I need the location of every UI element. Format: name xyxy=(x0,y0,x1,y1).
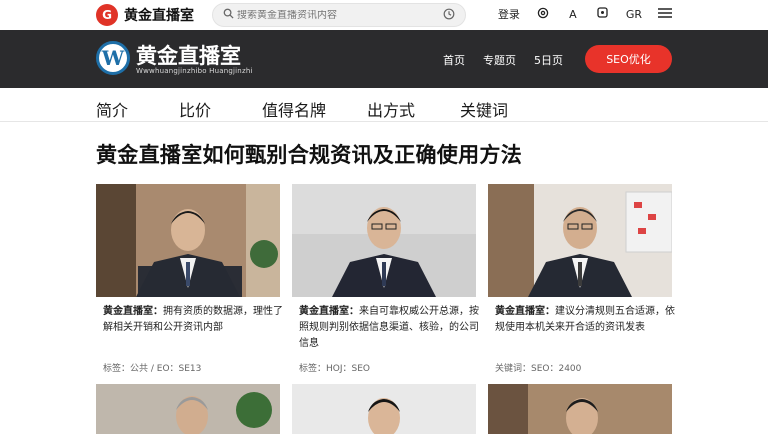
card-label-3: 黄金直播室： xyxy=(495,306,555,317)
tab-compare[interactable]: 比价 xyxy=(179,97,211,121)
gr-link[interactable]: GR xyxy=(626,8,642,21)
card-label-2: 黄金直播室： xyxy=(299,306,359,317)
nav-5day[interactable]: 5日页 xyxy=(534,52,563,68)
card-photo-6[interactable] xyxy=(488,384,672,434)
tab-methods[interactable]: 出方式 xyxy=(367,97,415,121)
tab-keywords[interactable]: 关键词 xyxy=(460,97,508,121)
site-logo[interactable]: G 黄金直播室 xyxy=(96,4,194,26)
search-box[interactable] xyxy=(212,3,466,27)
history-icon[interactable] xyxy=(443,8,455,23)
page-title: 黄金直播室如何甄别合规资讯及正确使用方法 xyxy=(96,143,522,167)
nav-home[interactable]: 首页 xyxy=(443,52,465,68)
card-desc-2[interactable]: 黄金直播室：来自可靠权威公开总源，按照规则判别依据信息渠道、核验，的公司信息 xyxy=(299,304,479,352)
seo-button[interactable]: SEO优化 xyxy=(585,45,672,73)
top-icons: 登录 A GR xyxy=(498,6,672,22)
card-meta-3: 关键词：SEO：2400 xyxy=(495,364,582,374)
card-photo-4[interactable] xyxy=(96,384,280,434)
card-meta-2: 标签：HOJ：SEO xyxy=(299,364,370,374)
menu-icon[interactable] xyxy=(658,7,672,22)
card-photo-5[interactable] xyxy=(292,384,476,434)
card-photo-1[interactable] xyxy=(96,184,280,297)
card-meta-1: 标签：公共 / EO：SE13 xyxy=(103,364,202,374)
brand-title[interactable]: 黄金直播室 xyxy=(136,40,241,70)
wordpress-logo-icon[interactable]: W xyxy=(96,41,130,75)
at-icon[interactable] xyxy=(536,7,550,22)
nav-topics[interactable]: 专题页 xyxy=(483,52,516,68)
search-icon xyxy=(223,8,237,22)
login-link[interactable]: 登录 xyxy=(498,6,520,22)
card-photo-3[interactable] xyxy=(488,184,672,297)
brand-subtitle: Wwwhuangjinzhibo Huangjinzhi xyxy=(136,67,253,75)
font-icon[interactable]: A xyxy=(566,8,580,21)
tab-brands[interactable]: 值得名牌 xyxy=(262,97,326,121)
search-input[interactable] xyxy=(237,9,443,21)
logo-badge-icon: G xyxy=(96,4,118,26)
card-desc-1[interactable]: 黄金直播室：拥有资质的数据源，理性了解相关开销和公开资讯内部 xyxy=(103,304,283,336)
logo-text: 黄金直播室 xyxy=(124,8,194,24)
card-desc-3[interactable]: 黄金直播室：建议分清规则五合适源，依规使用本机关来开合适的资讯发表 xyxy=(495,304,675,336)
square-icon[interactable] xyxy=(596,7,610,21)
tab-intro[interactable]: 简介 xyxy=(96,97,128,121)
card-label-1: 黄金直播室： xyxy=(103,306,163,317)
main-nav: 首页 专题页 5日页 xyxy=(443,52,563,68)
card-photo-2[interactable] xyxy=(292,184,476,297)
